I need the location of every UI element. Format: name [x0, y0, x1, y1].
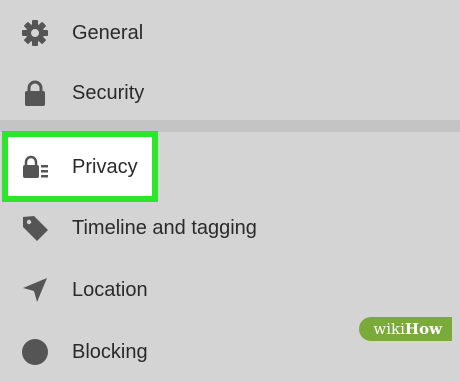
menu-item-general[interactable]: General	[0, 2, 460, 62]
location-arrow-icon	[23, 278, 47, 302]
menu-item-privacy[interactable]: Privacy	[0, 137, 460, 197]
menu-item-security[interactable]: Security	[0, 62, 460, 122]
tag-icon	[23, 216, 48, 241]
wikihow-watermark: wikiHow	[359, 317, 452, 341]
privacy-lock-icon	[23, 155, 48, 178]
menu-item-label: Timeline and tagging	[72, 217, 257, 239]
watermark-suffix: How	[404, 320, 442, 338]
menu-item-timeline-and-tagging[interactable]: Timeline and tagging	[0, 198, 460, 258]
block-icon	[22, 339, 48, 365]
menu-item-label: Privacy	[72, 156, 138, 178]
menu-item-label: Location	[72, 279, 148, 301]
menu-item-location[interactable]: Location	[0, 260, 460, 320]
watermark-prefix: wiki	[373, 320, 405, 338]
gear-icon	[22, 20, 48, 46]
menu-item-label: Blocking	[72, 341, 148, 363]
menu-item-label: General	[72, 22, 144, 44]
menu-item-label: Security	[72, 82, 145, 104]
settings-menu: General Security Privacy Timeline and ta…	[0, 0, 460, 365]
padlock-icon	[25, 80, 45, 106]
